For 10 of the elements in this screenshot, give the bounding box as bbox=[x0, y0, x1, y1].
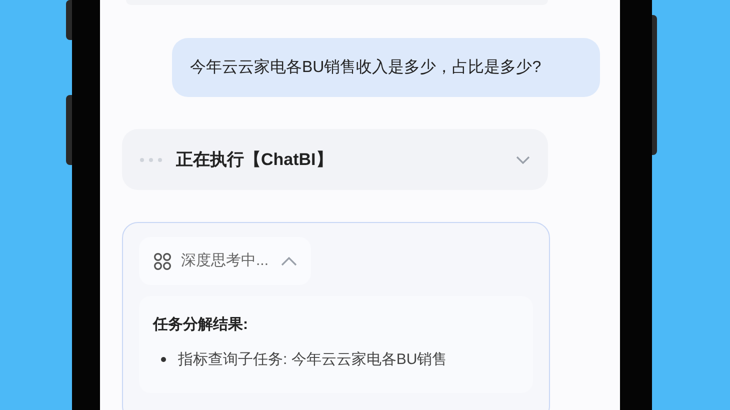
status-text: 正在执行【ChatBI】 bbox=[176, 148, 333, 171]
dots-icon bbox=[140, 158, 162, 162]
bullet-icon bbox=[161, 357, 166, 362]
status-card[interactable]: 正在执行【ChatBI】 bbox=[122, 129, 548, 190]
task-item: 指标查询子任务: 今年云云家电各BU销售 bbox=[178, 350, 448, 370]
grid-icon bbox=[153, 252, 172, 270]
user-message: 今年云云家电各BU销售收入是多少，占比是多少? bbox=[172, 38, 600, 97]
thinking-label: 深度思考中... bbox=[181, 250, 269, 271]
task-heading: 任务分解结果: bbox=[153, 315, 249, 335]
thinking-toggle[interactable]: 深度思考中... bbox=[139, 237, 311, 285]
